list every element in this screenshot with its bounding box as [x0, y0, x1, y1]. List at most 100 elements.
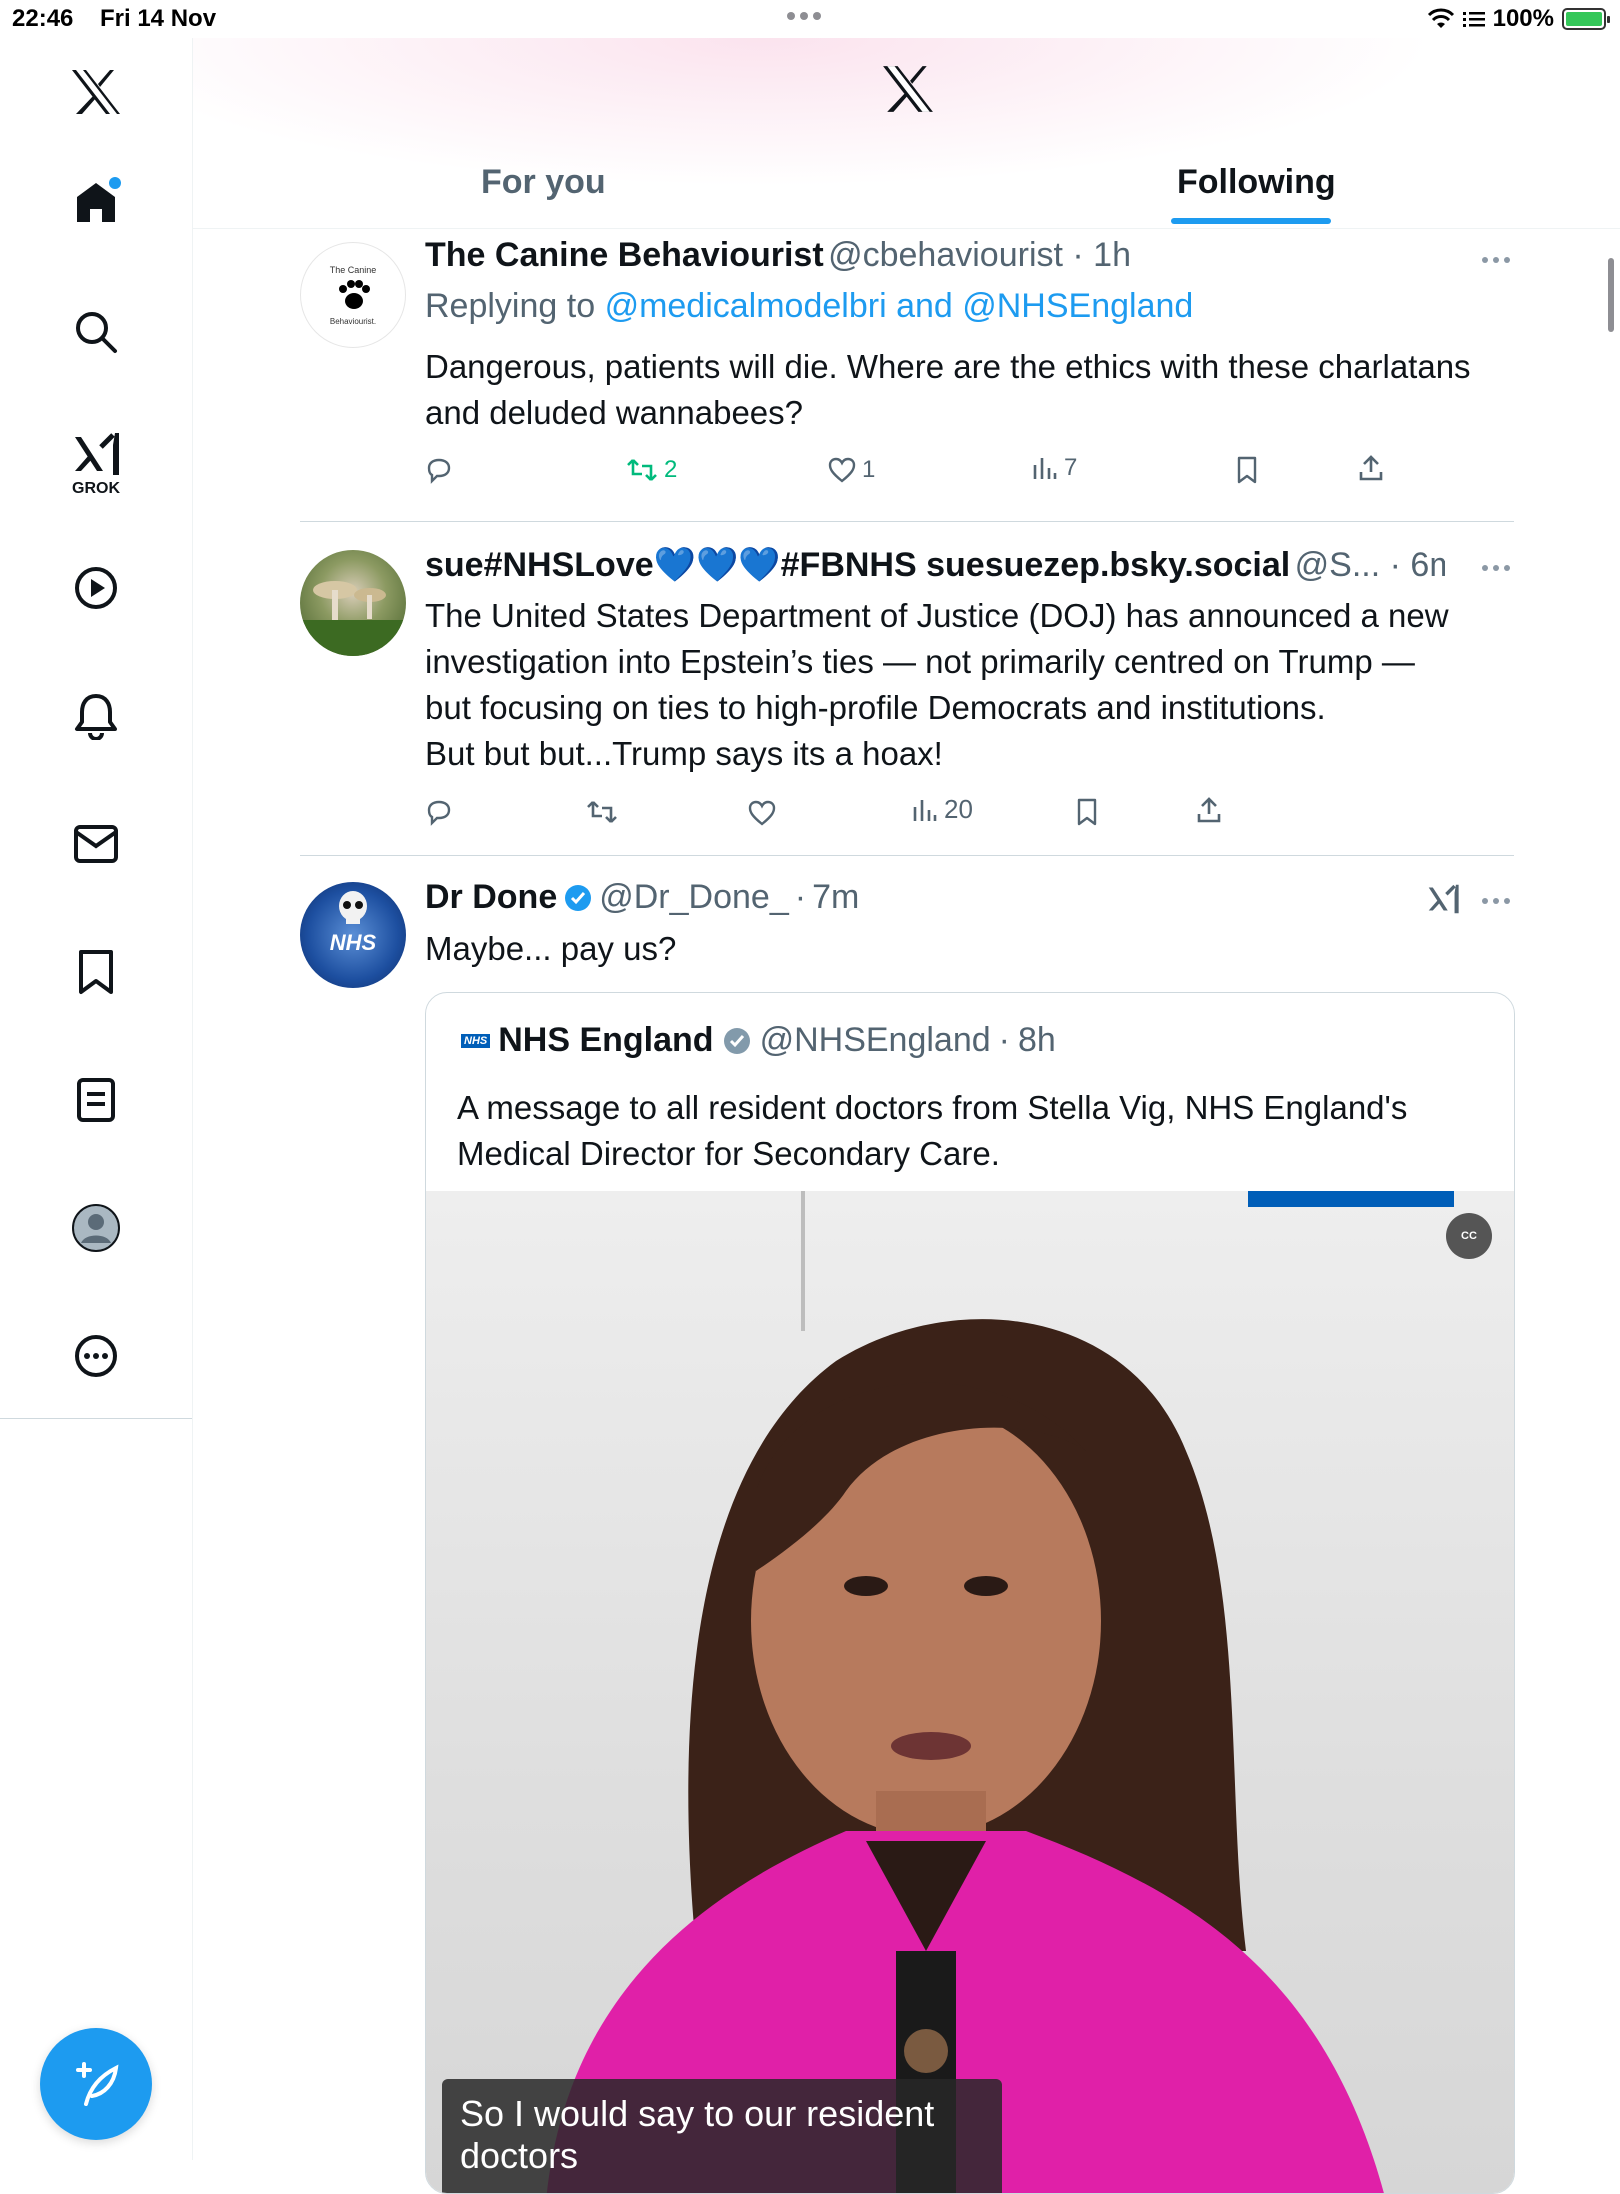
author-handle[interactable]: @S... [1295, 546, 1381, 584]
wifi-icon [1427, 8, 1454, 28]
more-icon[interactable] [1482, 257, 1510, 263]
profile-icon[interactable] [62, 1194, 130, 1262]
grok-icon[interactable] [62, 420, 130, 488]
bookmark-icon[interactable] [62, 938, 130, 1006]
tweet-text: The United States Department of Justice … [425, 593, 1525, 777]
status-right: 100% [1427, 5, 1610, 33]
nhs-logo-icon: NHS [461, 1033, 491, 1048]
x-logo-icon[interactable] [62, 58, 130, 126]
quote-text-line: A message to all resident doctors from S… [457, 1089, 1408, 1126]
quote-text: A message to all resident doctors from S… [457, 1085, 1497, 1177]
bell-icon[interactable] [62, 682, 130, 750]
quote-author-name[interactable]: NHS England [498, 1021, 713, 1060]
grok-icon[interactable] [1426, 882, 1460, 921]
list-icon[interactable] [62, 1066, 130, 1134]
grok-label: GROK [72, 480, 120, 497]
reply-icon [427, 458, 451, 484]
video-caption-line: So I would say to our resident [460, 2093, 935, 2134]
share-button[interactable] [1358, 454, 1384, 482]
avatar[interactable] [300, 550, 406, 656]
views-icon [913, 799, 937, 821]
quote-header: NHS NHS England @NHSEngland · 8h [461, 1021, 1056, 1060]
tweet-time[interactable]: 1h [1093, 236, 1131, 274]
compose-button[interactable] [40, 2028, 152, 2140]
multitasking-dots[interactable] [787, 12, 821, 20]
author-handle[interactable]: @cbehaviourist [828, 236, 1063, 274]
mushroom-image [300, 581, 406, 656]
replying-prefix: Replying to [425, 287, 596, 325]
retweet-button[interactable]: 2 [626, 456, 677, 484]
share-icon [1197, 797, 1221, 823]
views-button[interactable]: 7 [1032, 454, 1077, 482]
quote-time[interactable]: 8h [1018, 1021, 1056, 1060]
reply-button[interactable] [425, 456, 453, 484]
retweet-button[interactable] [586, 798, 618, 826]
x-logo-icon [881, 64, 935, 119]
like-button[interactable] [748, 800, 776, 826]
views-count: 20 [944, 794, 973, 824]
retweet-count: 2 [664, 456, 678, 483]
bookmark-icon [1237, 456, 1257, 484]
video-caption: So I would say to our resident doctors [442, 2079, 1002, 2193]
author-name[interactable]: Dr Done [425, 878, 557, 917]
tweet-divider [300, 521, 1514, 522]
tweet-time[interactable]: 7m [812, 878, 859, 917]
like-count: 1 [862, 456, 876, 483]
reply-button[interactable] [425, 798, 453, 826]
share-button[interactable] [1196, 796, 1222, 824]
quoted-tweet[interactable]: NHS NHS England @NHSEngland · 8h A message… [425, 992, 1515, 2194]
more-icon[interactable] [1482, 898, 1510, 904]
video-caption-line: doctors [460, 2135, 579, 2176]
tweet-header: The Canine Behaviourist @cbehaviourist ·… [425, 236, 1131, 274]
avatar[interactable]: The Canine Behaviourist. [300, 242, 406, 348]
tweet-text: Maybe... pay us? [425, 930, 677, 967]
avatar-text: The Canine [329, 265, 377, 275]
retweet-icon [627, 459, 657, 481]
heart-icon [748, 800, 776, 826]
tab-following[interactable]: Following [1177, 163, 1336, 202]
more-icon[interactable] [62, 1322, 130, 1390]
search-icon[interactable] [62, 298, 130, 366]
quote-author-handle[interactable]: @NHSEngland [760, 1021, 991, 1060]
author-name[interactable]: sue#NHSLove💙💙💙#FBNHS suesuezep.bsky.soci… [425, 546, 1290, 584]
tab-for-you[interactable]: For you [481, 163, 606, 202]
like-button[interactable]: 1 [828, 456, 875, 484]
battery-percent: 100% [1492, 5, 1554, 32]
scrollbar[interactable] [1608, 258, 1614, 332]
tweet-time[interactable]: 6m [1410, 546, 1445, 584]
tweet-header: sue#NHSLove💙💙💙#FBNHS suesuezep.bsky.soci… [425, 545, 1445, 585]
verified-gray-badge-icon [723, 1027, 750, 1054]
bookmark-button[interactable] [1236, 456, 1258, 484]
battery-icon [1562, 8, 1610, 30]
author-name[interactable]: The Canine Behaviourist [425, 236, 824, 274]
video-player[interactable]: CC So I would say to our resident doctor… [426, 1191, 1514, 2193]
cc-button[interactable]: CC [1446, 1213, 1492, 1259]
replying-to-link[interactable]: @medicalmodelbri and @NHSEngland [605, 287, 1194, 325]
views-icon [1033, 458, 1057, 479]
heart-icon [828, 457, 856, 483]
bookmark-button[interactable] [1076, 798, 1098, 826]
tweet-header: Dr Done @Dr_Done_ · 7m [425, 878, 860, 917]
author-handle[interactable]: @Dr_Done_ [599, 878, 789, 917]
avatar-text: NHS [329, 930, 377, 955]
retweet-icon [587, 801, 617, 823]
share-icon [1359, 455, 1383, 481]
bookmark-icon [1077, 798, 1097, 826]
tweet-text-line: But but but...Trump says its a hoax! [425, 735, 943, 772]
mail-icon[interactable] [62, 810, 130, 878]
tweet-text-line: investigation into Epstein’s ties — not … [425, 643, 1415, 680]
avatar-text: Behaviourist. [329, 317, 377, 326]
play-icon[interactable] [62, 554, 130, 622]
speaker-video-frame [546, 1319, 1384, 2193]
paw-icon [339, 280, 370, 309]
views-count: 7 [1064, 454, 1078, 481]
quote-text-line: Medical Director for Secondary Care. [457, 1135, 1000, 1172]
tweet-divider [300, 855, 1514, 856]
avatar[interactable]: NHS [300, 882, 406, 988]
sidebar: GROK [0, 38, 193, 2160]
home-icon[interactable] [62, 168, 130, 236]
timeline-header: For you Following [193, 38, 1620, 229]
more-icon[interactable] [1482, 565, 1510, 571]
tweet-text-line: The United States Department of Justice … [425, 597, 1449, 634]
views-button[interactable]: 20 [912, 794, 973, 825]
